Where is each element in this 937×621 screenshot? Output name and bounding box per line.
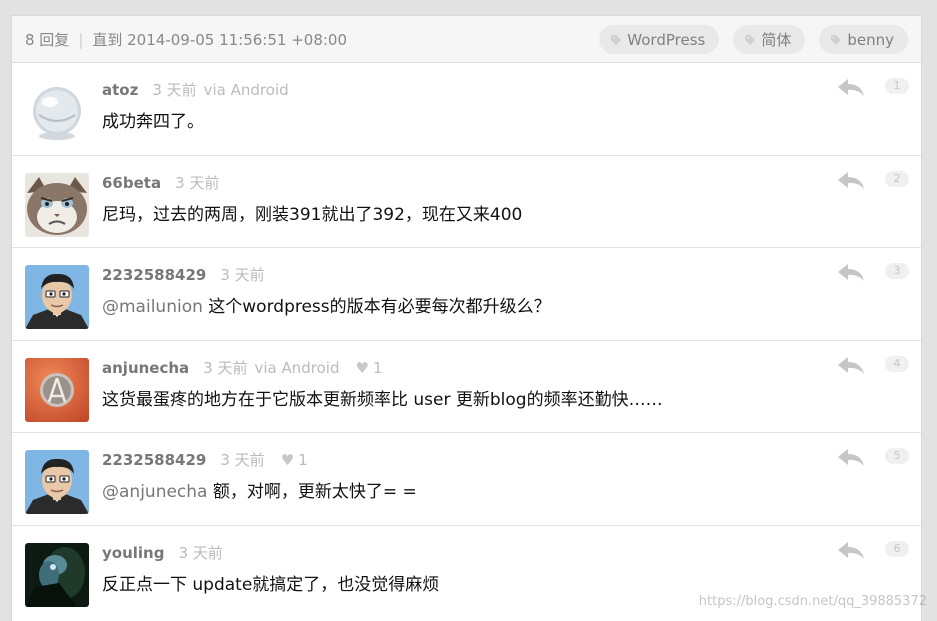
author-link[interactable]: 2232588429: [102, 266, 206, 284]
reply-content: 反正点一下 update就搞定了，也没觉得麻烦: [102, 570, 439, 595]
replies-panel: 8 回复 | 直到 2014-09-05 11:56:51 +08:00 WordP…: [11, 15, 922, 621]
floor-number: 6: [885, 540, 909, 557]
tag-list: WordPress 简体 benny: [599, 25, 908, 54]
reply-arrow-icon[interactable]: [837, 447, 865, 467]
tag-2[interactable]: benny: [819, 25, 908, 54]
reply-item: atoz 3 天前 via Android 成功奔四了。 1: [12, 63, 921, 156]
reply-header: anjunecha 3 天前 via Android ♥ 1: [102, 357, 382, 378]
heart-icon: ♥: [280, 451, 295, 470]
reply-item: 2232588429 3 天前 ♥ 1 @anjunecha 额，对啊，更新太快了= =…: [12, 433, 921, 526]
reply-header: atoz 3 天前 via Android: [102, 79, 289, 100]
reply-text: 成功奔四了。: [102, 112, 204, 132]
meta-separator: |: [78, 31, 84, 49]
reply-content: @mailunion 这个wordpress的版本有必要每次都升级么？: [102, 292, 551, 317]
replies-header: 8 回复 | 直到 2014-09-05 11:56:51 +08:00 WordP…: [12, 16, 921, 63]
crystal-ball-avatar[interactable]: [25, 80, 89, 144]
reply-content: 成功奔四了。: [102, 107, 204, 132]
reply-item: anjunecha 3 天前 via Android ♥ 1 这货最蛋疼的地方在于它版本更…: [12, 341, 921, 434]
grumpy-cat-avatar[interactable]: [25, 172, 89, 237]
dark-figure-avatar[interactable]: [25, 542, 89, 607]
reply-header: youling 3 天前: [102, 542, 223, 563]
cartoon-man-avatar[interactable]: [25, 265, 89, 330]
reply-item: 66beta 3 天前尼玛，过去的两周，刚装391就出了392，现在又来400 2: [12, 156, 921, 249]
tag-0[interactable]: WordPress: [599, 25, 720, 54]
tag-label: WordPress: [627, 30, 706, 49]
tag-icon: [745, 34, 756, 45]
tag-icon: [831, 34, 842, 45]
reply-time: 3 天前: [220, 266, 265, 285]
reply-time: 3 天前: [152, 81, 197, 99]
reply-header: 66beta 3 天前: [102, 172, 219, 193]
reply-time: 3 天前: [220, 451, 265, 470]
reply-count: 8 回复: [25, 31, 70, 49]
reply-text: 这个wordpress的版本有必要每次都升级么？: [202, 297, 551, 318]
reply-arrow-icon[interactable]: [837, 77, 865, 97]
reply-via: via Android: [203, 81, 289, 99]
reply-time: 3 天前: [175, 173, 220, 192]
cartoon-man-avatar[interactable]: [25, 450, 89, 515]
reply-list: atoz 3 天前 via Android 成功奔四了。 1 66beta 3 天前 尼玛，过…: [12, 63, 921, 619]
reply-arrow-icon[interactable]: [837, 540, 865, 560]
reply-text: 这货最蛋疼的地方在于它版本更新频率比 user 更新blog的频率还勤快……: [102, 389, 663, 410]
mention-link[interactable]: @mailunion: [102, 297, 203, 317]
reply-arrow-icon[interactable]: [837, 355, 865, 375]
reply-header: 2232588429 3 天前: [102, 264, 265, 285]
thanks-count: ♥ 1: [281, 451, 308, 469]
thanks-value: 1: [372, 358, 383, 377]
logo-avatar[interactable]: [25, 357, 89, 422]
author-link[interactable]: atoz: [102, 81, 138, 99]
replies-meta: 8 回复 | 直到 2014-09-05 11:56:51 +08:00: [25, 29, 347, 50]
floor-number: 4: [885, 355, 909, 372]
mention-link[interactable]: @anjunecha: [102, 482, 207, 502]
reply-arrow-icon[interactable]: [837, 262, 865, 282]
heart-icon: ♥: [355, 358, 369, 377]
watermark: https://blog.csdn.net/qq_39885372: [698, 594, 927, 609]
reply-content: 这货最蛋疼的地方在于它版本更新频率比 user 更新blog的频率还勤快……: [102, 385, 663, 410]
reply-content: @anjunecha 额，对啊，更新太快了= =: [102, 477, 417, 502]
reply-via: via Android: [254, 358, 340, 377]
tag-icon: [611, 34, 622, 45]
floor-number: 1: [885, 78, 909, 94]
reply-time: 3 天前: [203, 358, 248, 377]
reply-header: 2232588429 3 天前 ♥ 1: [102, 449, 308, 470]
reply-time: 3 天前: [178, 543, 223, 562]
tag-1[interactable]: 简体: [733, 25, 806, 54]
author-link[interactable]: anjunecha: [102, 359, 189, 377]
thanks-count: ♥ 1: [355, 359, 382, 377]
reply-content: 尼玛，过去的两周，刚装391就出了392，现在又来400: [102, 200, 522, 225]
author-link[interactable]: youling: [102, 544, 164, 562]
reply-text: 反正点一下 update就搞定了，也没觉得麻烦: [102, 574, 440, 595]
tag-label: 简体: [761, 31, 792, 49]
last-reply-time: 直到 2014-09-05 11:56:51 +08:00: [92, 31, 348, 49]
thanks-value: 1: [298, 451, 308, 470]
reply-text: 额，对啊，更新太快了= =: [207, 482, 417, 503]
floor-number: 2: [885, 170, 909, 187]
floor-number: 3: [885, 263, 909, 280]
tag-label: benny: [847, 30, 894, 49]
author-link[interactable]: 66beta: [102, 174, 161, 192]
floor-number: 5: [885, 448, 909, 465]
reply-item: 2232588429 3 天前 @mailunion 这个wordpress的版本有…: [12, 248, 921, 341]
reply-arrow-icon[interactable]: [837, 170, 865, 190]
reply-text: 尼玛，过去的两周，刚装391就出了392，现在又来400: [102, 204, 523, 225]
author-link[interactable]: 2232588429: [102, 451, 206, 469]
